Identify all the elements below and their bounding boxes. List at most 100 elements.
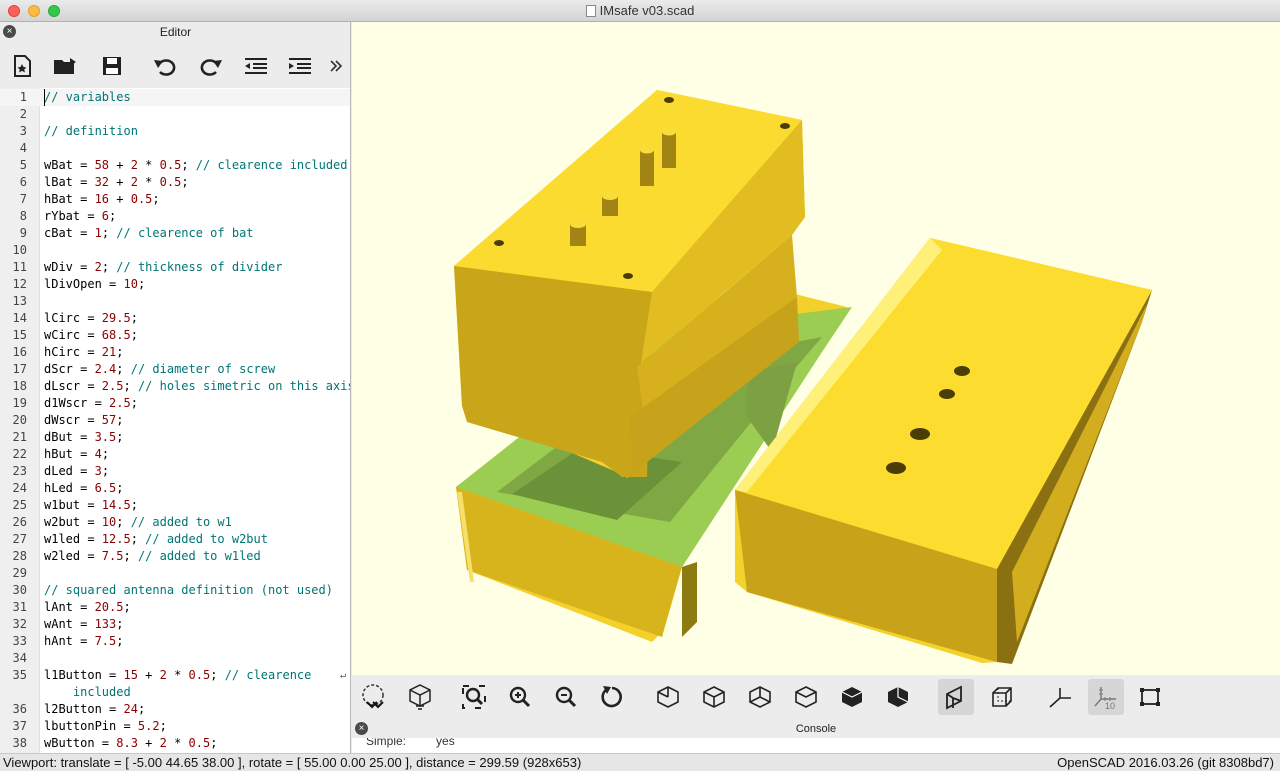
code-line[interactable]: 36 l2Button = 24;: [0, 701, 350, 718]
new-file-button[interactable]: [6, 50, 38, 82]
console-output[interactable]: Simple: yes: [352, 738, 1280, 753]
code-line[interactable]: 29: [0, 565, 350, 582]
code-line[interactable]: 6 lBat = 32 + 2 * 0.5;: [0, 174, 350, 191]
view-top-button[interactable]: [696, 679, 732, 715]
code-token: ;: [116, 345, 124, 359]
redo-button[interactable]: [194, 50, 226, 82]
code-line[interactable]: 24 hLed = 6.5;: [0, 480, 350, 497]
code-token: ;: [116, 481, 124, 495]
code-text: l1Button = 15 + 2 * 0.5; // clearence: [44, 667, 311, 684]
code-text: wButton = 8.3 + 2 * 0.5;: [44, 735, 217, 752]
show-scale-markers-button[interactable]: 10: [1088, 679, 1124, 715]
view-bottom-button[interactable]: [742, 679, 778, 715]
code-line[interactable]: 8 rYbat = 6;: [0, 208, 350, 225]
code-line[interactable]: 27 w1led = 12.5; // added to w2but: [0, 531, 350, 548]
code-line[interactable]: 7 hBat = 16 + 0.5;: [0, 191, 350, 208]
save-file-button[interactable]: [96, 50, 128, 82]
code-line[interactable]: 17 dScr = 2.4; // diameter of screw: [0, 361, 350, 378]
render-button[interactable]: [402, 679, 438, 715]
line-number: 20: [12, 413, 27, 427]
openscad-window: IMsafe v03.scad Editor × 1 // variables …: [0, 0, 1280, 771]
line-number: 10: [12, 243, 27, 257]
code-number: 20.5: [94, 600, 124, 614]
view-back-button[interactable]: [880, 679, 916, 715]
code-token: *: [166, 668, 189, 682]
line-number: 16: [12, 345, 27, 359]
code-line[interactable]: 22 hBut = 4;: [0, 446, 350, 463]
code-line[interactable]: 11 wDiv = 2; // thickness of divider: [0, 259, 350, 276]
scale-markers-icon: 10: [1094, 687, 1116, 710]
code-line[interactable]: 38 wButton = 8.3 + 2 * 0.5;: [0, 735, 350, 752]
code-token: +: [109, 158, 131, 172]
code-line[interactable]: 15 wCirc = 68.5;: [0, 327, 350, 344]
code-line[interactable]: 16 hCirc = 21;: [0, 344, 350, 361]
code-number: 133: [94, 617, 117, 631]
code-line[interactable]: 25 w1but = 14.5;: [0, 497, 350, 514]
preview-button[interactable]: [356, 679, 392, 715]
code-editor[interactable]: 1// variables 2 3// definition 4 5 wBat = 58 …: [0, 88, 350, 753]
line-number: 4: [19, 141, 27, 155]
show-edges-button[interactable]: [1132, 679, 1168, 715]
code-line[interactable]: 2: [0, 106, 350, 123]
code-line[interactable]: included: [0, 684, 350, 701]
code-comment: // holes simetric on this axis: [137, 379, 350, 393]
view-right-button[interactable]: [650, 679, 686, 715]
indent-button[interactable]: [284, 50, 316, 82]
code-line[interactable]: 37 lbuttonPin = 5.2;: [0, 718, 350, 735]
code-number: 6: [101, 209, 110, 223]
code-line[interactable]: 23 dLed = 3;: [0, 463, 350, 480]
code-text: hCirc = 21;: [44, 344, 123, 361]
show-axes-button[interactable]: [1042, 679, 1078, 715]
code-line[interactable]: 14 lCirc = 29.5;: [0, 310, 350, 327]
code-token: hBut =: [44, 447, 95, 461]
editor-close-button[interactable]: ×: [3, 25, 16, 38]
view-left-button[interactable]: [788, 679, 824, 715]
code-line[interactable]: 33 hAnt = 7.5;: [0, 633, 350, 650]
code-line[interactable]: 26 w2but = 10; // added to w1: [0, 514, 350, 531]
code-number: 57: [101, 413, 117, 427]
code-line[interactable]: 10: [0, 242, 350, 259]
code-line[interactable]: 19 d1Wscr = 2.5;: [0, 395, 350, 412]
undo-button[interactable]: [150, 50, 182, 82]
zoom-in-button[interactable]: [502, 679, 538, 715]
code-text: hBut = 4;: [44, 446, 109, 463]
code-line[interactable]: 4: [0, 140, 350, 157]
code-line[interactable]: 3 // definition: [0, 123, 350, 140]
code-line[interactable]: 34: [0, 650, 350, 667]
code-line[interactable]: 9 cBat = 1; // clearence of bat: [0, 225, 350, 242]
cube-top-icon: [703, 686, 725, 708]
save-icon: [103, 57, 121, 75]
code-comment: included: [44, 685, 131, 699]
toolbar-more-button[interactable]: [326, 50, 346, 82]
code-line[interactable]: 18 dLscr = 2.5; // holes simetric on this…: [0, 378, 350, 395]
perspective-button[interactable]: [938, 679, 974, 715]
double-chevron-right-icon: [330, 60, 343, 72]
3d-viewport[interactable]: [352, 22, 1280, 675]
console-close-button[interactable]: ×: [355, 722, 368, 735]
code-line[interactable]: 5 wBat = 58 + 2 * 0.5; // clearence inclu…: [0, 157, 350, 174]
zoom-out-button[interactable]: [548, 679, 584, 715]
view-all-button[interactable]: [456, 679, 492, 715]
code-line[interactable]: 28 w2led = 7.5; // added to w1led: [0, 548, 350, 565]
code-token: w2led =: [44, 549, 102, 563]
3d-model-render: [454, 90, 1152, 664]
orthogonal-button[interactable]: [984, 679, 1020, 715]
open-file-button[interactable]: [50, 50, 82, 82]
code-number: 1: [94, 226, 102, 240]
reset-view-button[interactable]: [594, 679, 630, 715]
code-line[interactable]: 20 dWscr = 57;: [0, 412, 350, 429]
code-comment: // clearence: [224, 668, 312, 682]
code-line[interactable]: 35 l1Button = 15 + 2 * 0.5; // clearence ↵: [0, 667, 350, 684]
code-line[interactable]: 1 // variables: [0, 89, 350, 106]
code-token: hLed =: [44, 481, 95, 495]
code-line[interactable]: 30 // squared antenna definition (not use…: [0, 582, 350, 599]
unindent-button[interactable]: [240, 50, 272, 82]
code-line[interactable]: 13: [0, 293, 350, 310]
view-front-button[interactable]: [834, 679, 870, 715]
code-token: lBat =: [44, 175, 95, 189]
code-line[interactable]: 32 wAnt = 133;: [0, 616, 350, 633]
code-number: 2.5: [101, 379, 124, 393]
code-line[interactable]: 12 lDivOpen = 10;: [0, 276, 350, 293]
code-line[interactable]: 21 dBut = 3.5;: [0, 429, 350, 446]
code-line[interactable]: 31 lAnt = 20.5;: [0, 599, 350, 616]
